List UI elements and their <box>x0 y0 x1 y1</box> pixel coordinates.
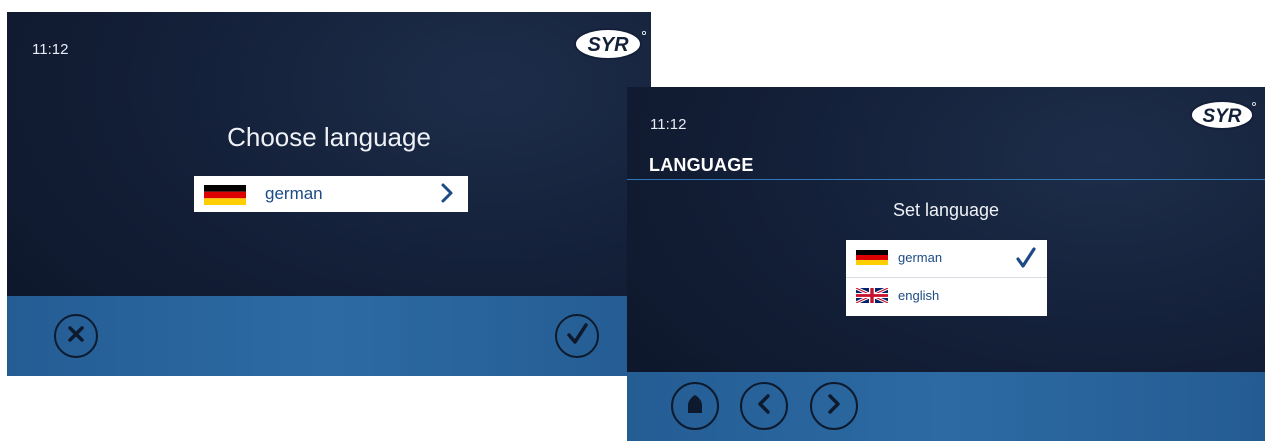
page-heading: Set language <box>892 200 1000 220</box>
language-list: german english <box>846 240 1047 316</box>
language-label: english <box>898 288 940 303</box>
clock: 11:12 <box>32 41 69 58</box>
section-divider <box>627 179 1265 180</box>
cancel-button[interactable] <box>54 314 98 358</box>
chevron-right-icon <box>826 393 842 420</box>
german-flag-icon <box>856 250 888 265</box>
choose-language-screen: 11:12 SYR Choose language german <box>7 12 651 376</box>
language-label: german <box>265 184 323 203</box>
home-button[interactable] <box>671 382 719 430</box>
home-icon <box>684 393 706 420</box>
svg-text:SYR: SYR <box>587 34 629 56</box>
selected-check-icon <box>1015 246 1037 275</box>
section-title: LANGUAGE <box>649 155 754 175</box>
clock: 11:12 <box>650 116 687 133</box>
language-label: german <box>898 250 943 265</box>
page-heading: Choose language <box>227 122 431 152</box>
svg-text:SYR: SYR <box>1202 106 1241 127</box>
language-select-button[interactable]: german <box>194 176 468 212</box>
confirm-button[interactable] <box>555 314 599 358</box>
syr-logo: SYR <box>1188 98 1258 132</box>
forward-button[interactable] <box>810 382 858 430</box>
language-option-german[interactable]: german <box>846 240 1047 277</box>
chevron-left-icon <box>756 393 772 420</box>
checkmark-icon <box>565 322 589 351</box>
syr-logo: SYR <box>572 26 648 62</box>
back-button[interactable] <box>740 382 788 430</box>
uk-flag-icon <box>855 286 889 305</box>
set-language-screen: 11:12 SYR LANGUAGE Set language german e… <box>627 87 1265 441</box>
german-flag-icon <box>204 185 246 205</box>
bottom-action-bar <box>7 296 651 376</box>
bottom-navigation-bar <box>627 372 1265 441</box>
close-icon <box>66 324 86 349</box>
language-option-english[interactable]: english <box>846 278 1047 315</box>
chevron-right-icon <box>440 182 454 209</box>
